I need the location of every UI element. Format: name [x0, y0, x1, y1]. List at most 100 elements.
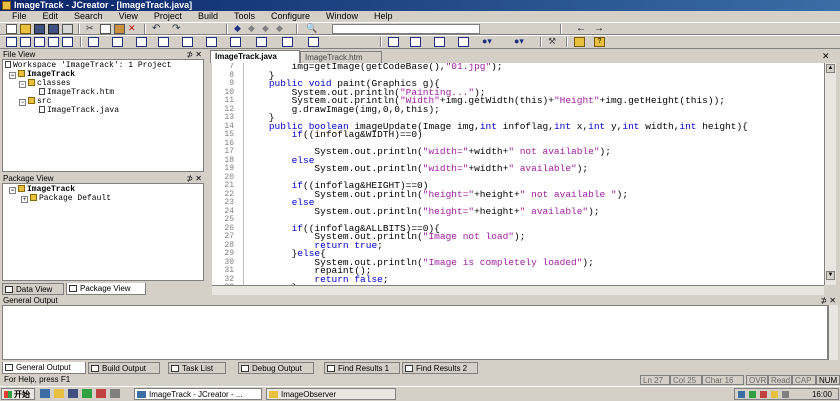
- new-file-icon[interactable]: [6, 24, 17, 34]
- tab-debug-output[interactable]: Debug Output: [238, 362, 314, 374]
- editor-horizontal-scrollbar[interactable]: [212, 285, 824, 295]
- scroll-up-icon[interactable]: ▲: [826, 64, 835, 73]
- scroll-down-icon[interactable]: ▼: [826, 271, 835, 280]
- menu-build[interactable]: Build: [190, 11, 226, 22]
- quicklaunch-desktop-icon[interactable]: [54, 389, 64, 398]
- tab-imagetrack-htm[interactable]: ImageTrack.htm: [300, 51, 382, 63]
- find-combo[interactable]: [332, 24, 480, 34]
- editor-vertical-scrollbar[interactable]: ▲ ▼: [824, 63, 836, 285]
- tree-node-project[interactable]: − ImageTrack: [5, 185, 201, 194]
- quicklaunch-app-icon[interactable]: [82, 389, 92, 398]
- task-imageobserver[interactable]: ImageObserver: [266, 388, 396, 400]
- tab-package-view[interactable]: Package View: [66, 283, 146, 295]
- class-view-icon[interactable]: [62, 37, 73, 47]
- collapse-icon[interactable]: −: [19, 99, 26, 106]
- workspace-icon[interactable]: [6, 37, 17, 47]
- tree-node-workspace[interactable]: Workspace 'ImageTrack': 1 Project: [5, 61, 201, 70]
- next-bookmark-icon[interactable]: ◆: [248, 24, 259, 34]
- tool-window-icon[interactable]: [458, 37, 469, 47]
- cut-icon[interactable]: ✂: [86, 24, 97, 34]
- delete-icon[interactable]: ✕: [128, 24, 139, 34]
- menu-tools[interactable]: Tools: [226, 11, 263, 22]
- tab-find-results-1[interactable]: Find Results 1: [324, 362, 400, 374]
- document-icon[interactable]: [34, 37, 45, 47]
- output-window-icon[interactable]: [20, 37, 31, 47]
- task-jcreator[interactable]: ImageTrack - JCreator - ...: [134, 388, 262, 400]
- general-output-pane[interactable]: [2, 305, 828, 360]
- code-line[interactable]: System.out.println("width="+width+" not …: [246, 147, 824, 157]
- pin-icon[interactable]: ⊅ ✕: [186, 50, 202, 59]
- save-all-icon[interactable]: [48, 24, 59, 34]
- copy-icon[interactable]: [100, 24, 111, 34]
- tab-task-list[interactable]: Task List: [168, 362, 226, 374]
- save-icon[interactable]: [34, 24, 45, 34]
- options-icon[interactable]: [308, 37, 319, 47]
- tray-icon[interactable]: [749, 391, 756, 398]
- context-help-icon[interactable]: ?: [594, 37, 605, 47]
- code-line[interactable]: img=getImage(getCodeBase(),"01.jpg");: [246, 63, 824, 72]
- tab-imagetrack-java[interactable]: ImageTrack.java: [210, 50, 300, 63]
- collapse-icon[interactable]: −: [9, 187, 16, 194]
- tree-node-java[interactable]: ImageTrack.java: [5, 106, 201, 115]
- menu-view[interactable]: View: [111, 11, 146, 22]
- jdk-tools-icon[interactable]: ●▾: [482, 37, 493, 47]
- execute-icon[interactable]: [182, 37, 193, 47]
- help-icon[interactable]: [574, 37, 585, 47]
- tree-node-htm[interactable]: ImageTrack.htm: [5, 88, 201, 97]
- menu-configure[interactable]: Configure: [263, 11, 318, 22]
- compile-icon[interactable]: [88, 37, 99, 47]
- paste-icon[interactable]: [114, 24, 125, 34]
- toggle-bookmark-icon[interactable]: ◆: [234, 24, 245, 34]
- collapse-icon[interactable]: −: [9, 72, 16, 79]
- print-icon[interactable]: [62, 24, 73, 34]
- tree-node-project[interactable]: − ImageTrack: [5, 70, 201, 79]
- tab-find-results-2[interactable]: Find Results 2: [402, 362, 478, 374]
- menu-window[interactable]: Window: [318, 11, 366, 22]
- open-icon[interactable]: [20, 24, 31, 34]
- jdk-help-icon[interactable]: ●▾: [514, 37, 525, 47]
- forward-arrow-icon[interactable]: →: [594, 24, 605, 34]
- expand-icon[interactable]: +: [21, 196, 28, 203]
- find-icon[interactable]: 🔍: [306, 24, 317, 34]
- tools-icon[interactable]: ⚒: [548, 37, 559, 47]
- quicklaunch-media-icon[interactable]: [68, 389, 78, 398]
- code-editor[interactable]: 7 8 9 10 11 12 13 14 15 16 17 18 19 20 21 22 23 24 25 26 27 2…: [212, 63, 824, 285]
- code-line[interactable]: return true;: [246, 240, 824, 251]
- tree-node-classes[interactable]: − classes: [5, 79, 201, 88]
- code-area[interactable]: img=getImage(getCodeBase(),"01.jpg"); } …: [246, 63, 824, 285]
- tool-window-icon[interactable]: [410, 37, 421, 47]
- redo-icon[interactable]: ↷: [172, 24, 183, 34]
- start-button[interactable]: 开始: [1, 388, 35, 400]
- collapse-icon[interactable]: −: [19, 81, 26, 88]
- code-line[interactable]: return false;: [246, 274, 824, 285]
- close-editor-icon[interactable]: ✕: [822, 51, 830, 62]
- tab-general-output[interactable]: General Output: [2, 362, 86, 374]
- menu-search[interactable]: Search: [66, 11, 111, 22]
- menu-project[interactable]: Project: [146, 11, 190, 22]
- project-settings-icon[interactable]: [230, 37, 241, 47]
- quicklaunch-app-icon[interactable]: [96, 389, 106, 398]
- tree-node-package[interactable]: + Package Default: [5, 194, 201, 203]
- tree-node-src[interactable]: − src: [5, 97, 201, 106]
- menu-edit[interactable]: Edit: [35, 11, 67, 22]
- tool-window-icon[interactable]: [388, 37, 399, 47]
- menu-file[interactable]: File: [0, 11, 35, 22]
- undo-icon[interactable]: ↶: [152, 24, 163, 34]
- clear-bookmarks-icon[interactable]: ◆: [276, 24, 287, 34]
- debug-icon[interactable]: [256, 37, 267, 47]
- stop-icon[interactable]: [206, 37, 217, 47]
- volume-icon[interactable]: [782, 391, 789, 398]
- tray-icon[interactable]: [760, 391, 767, 398]
- code-line[interactable]: if((infoflag&WIDTH)==0): [246, 130, 824, 140]
- tool-window-icon[interactable]: [434, 37, 445, 47]
- clean-icon[interactable]: [158, 37, 169, 47]
- menu-help[interactable]: Help: [366, 11, 401, 22]
- quicklaunch-app-icon[interactable]: [110, 389, 120, 398]
- pin-icon[interactable]: ⊅ ✕: [186, 174, 202, 183]
- quicklaunch-ie-icon[interactable]: [40, 389, 50, 398]
- full-screen-icon[interactable]: [48, 37, 59, 47]
- step-icon[interactable]: [282, 37, 293, 47]
- tray-icon[interactable]: [738, 391, 745, 398]
- pin-icon[interactable]: ⊅ ✕: [820, 296, 836, 305]
- code-line[interactable]: System.out.println("height="+height+" av…: [246, 206, 824, 217]
